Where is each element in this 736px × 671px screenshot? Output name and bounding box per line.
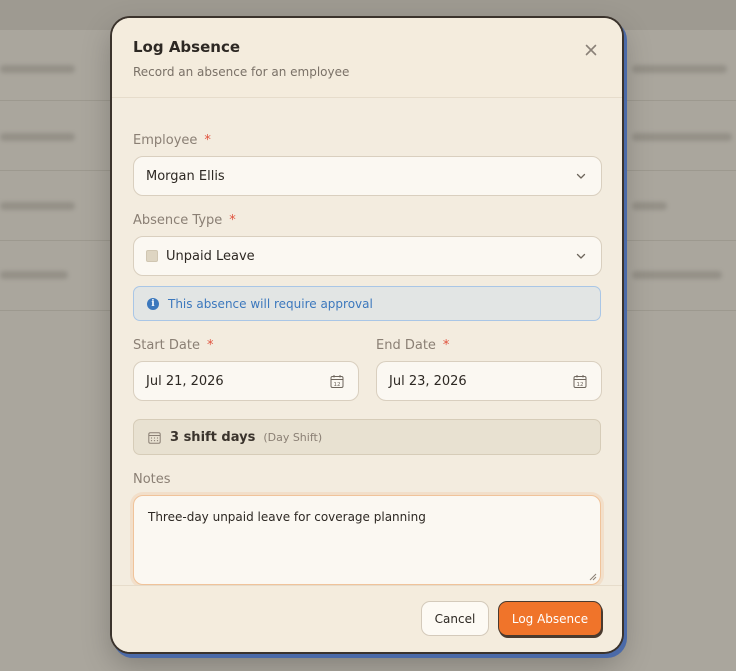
chevron-down-icon [576, 173, 586, 179]
background-text [632, 202, 667, 210]
background-text [0, 133, 75, 141]
employee-label: Employee * [133, 133, 211, 148]
dialog-body: Employee * Morgan Ellis Absence Type * Unp… [112, 98, 622, 586]
chevron-down-icon [576, 253, 586, 259]
approval-notice: i This absence will require approval [133, 286, 601, 321]
absence-type-select[interactable]: Unpaid Leave [133, 236, 602, 276]
employee-label-text: Employee [133, 133, 198, 148]
employee-select-value: Morgan Ellis [146, 168, 225, 184]
required-marker: * [204, 133, 211, 148]
end-date-value: Jul 23, 2026 [389, 373, 467, 389]
end-date-label-text: End Date [376, 338, 436, 353]
background-text [632, 271, 722, 279]
shift-days-summary: 3 shift days (Day Shift) [133, 419, 601, 455]
required-marker: * [442, 338, 450, 353]
svg-text:12: 12 [334, 382, 341, 388]
start-date-value: Jul 21, 2026 [146, 373, 224, 389]
start-date-input[interactable]: Jul 21, 2026 12 [133, 361, 359, 401]
notes-label: Notes [133, 472, 171, 487]
dialog-subtitle: Record an absence for an employee [133, 65, 350, 79]
close-icon [585, 44, 597, 56]
required-marker: * [206, 338, 214, 353]
background-text [0, 65, 75, 73]
resize-handle-icon[interactable] [589, 573, 597, 581]
start-date-label-text: Start Date [133, 338, 200, 353]
end-date-label: End Date * [376, 338, 449, 353]
calendar-icon[interactable]: 12 [573, 374, 587, 389]
calendar-grid-icon [148, 431, 161, 444]
background-text [0, 271, 68, 279]
background-text [632, 133, 732, 141]
log-absence-button[interactable]: Log Absence [498, 601, 602, 636]
approval-notice-text: This absence will require approval [168, 296, 373, 311]
notes-value: Three-day unpaid leave for coverage plan… [148, 510, 426, 524]
absence-type-select-value: Unpaid Leave [166, 248, 255, 264]
calendar-icon[interactable]: 12 [330, 374, 344, 389]
shift-days-count: 3 shift days [170, 429, 256, 445]
log-absence-dialog: Log Absence Record an absence for an emp… [112, 18, 622, 652]
cancel-button[interactable]: Cancel [421, 601, 489, 636]
background-text [0, 202, 75, 210]
dialog-header: Log Absence Record an absence for an emp… [112, 18, 622, 98]
absence-type-label: Absence Type * [133, 213, 236, 228]
dialog-footer: Cancel Log Absence [112, 585, 622, 652]
notes-textarea[interactable]: Three-day unpaid leave for coverage plan… [133, 495, 601, 585]
close-button[interactable] [581, 40, 601, 60]
dialog-title: Log Absence [133, 38, 241, 56]
shift-name: (Day Shift) [263, 430, 323, 444]
employee-select[interactable]: Morgan Ellis [133, 156, 602, 196]
background-text [632, 65, 727, 73]
absence-type-color-swatch [146, 250, 158, 262]
svg-text:12: 12 [577, 382, 584, 388]
start-date-label: Start Date * [133, 338, 213, 353]
end-date-input[interactable]: Jul 23, 2026 12 [376, 361, 602, 401]
required-marker: * [229, 213, 236, 228]
info-icon: i [147, 297, 159, 310]
absence-type-label-text: Absence Type [133, 213, 223, 228]
